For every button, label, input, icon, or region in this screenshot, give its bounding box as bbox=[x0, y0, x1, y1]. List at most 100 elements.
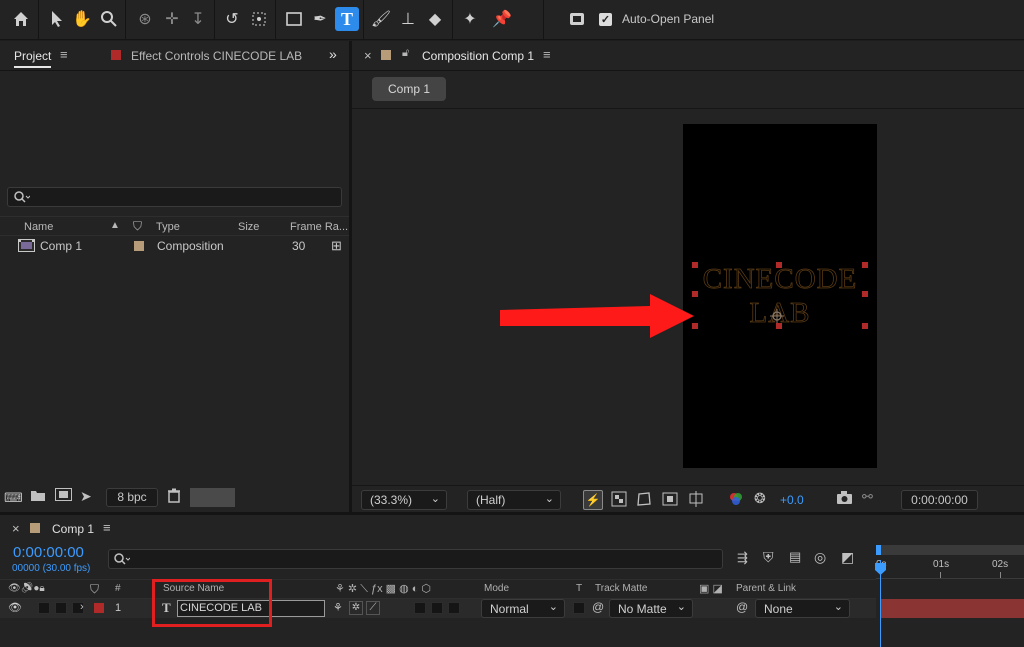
transform-handle[interactable] bbox=[692, 262, 698, 268]
panel-toggle-icon[interactable] bbox=[565, 7, 589, 31]
close-tab-icon[interactable]: × bbox=[12, 521, 20, 536]
shy-switch-icon[interactable]: ⚘ bbox=[333, 601, 343, 614]
region-of-interest-icon[interactable] bbox=[662, 491, 678, 510]
tab-composition[interactable]: Composition Comp 1 bbox=[422, 49, 534, 63]
rectangle-tool-icon[interactable] bbox=[282, 7, 306, 31]
pan-behind-icon[interactable] bbox=[247, 7, 271, 31]
work-area-start-handle[interactable] bbox=[876, 545, 881, 555]
pan-camera-icon[interactable]: ✛ bbox=[160, 7, 184, 31]
search-icon bbox=[114, 552, 131, 569]
roto-brush-icon[interactable]: ✦ bbox=[458, 7, 482, 31]
preserve-transparency-toggle[interactable] bbox=[573, 602, 585, 614]
time-ruler[interactable]: 0s 01s 02s bbox=[876, 555, 1024, 579]
sort-ascending-icon[interactable]: ▲ bbox=[110, 220, 120, 231]
resolution-dropdown[interactable]: (Half) ⌄ bbox=[467, 490, 561, 510]
reset-exposure-icon[interactable]: ❂ bbox=[754, 490, 766, 507]
comp-viewer[interactable]: CINECODE LAB bbox=[352, 110, 1024, 485]
expand-chevron-icon[interactable]: › bbox=[80, 601, 84, 613]
transform-handle[interactable] bbox=[862, 291, 868, 297]
orbit-camera-icon[interactable]: ⊛ bbox=[133, 7, 157, 31]
transform-handle[interactable] bbox=[776, 323, 782, 329]
color-channels-icon[interactable] bbox=[728, 491, 744, 510]
exposure-value[interactable]: +0.0 bbox=[780, 493, 804, 507]
visibility-eye-icon[interactable]: 👁︎ bbox=[8, 601, 22, 614]
draft-3d-icon[interactable]: ⛨ bbox=[763, 549, 774, 566]
transform-handle[interactable] bbox=[776, 262, 782, 268]
tab-timeline-comp[interactable]: Comp 1 bbox=[52, 522, 94, 536]
parent-dropdown[interactable]: None ⌄ bbox=[755, 599, 850, 618]
column-frame-rate[interactable]: Frame Ra... bbox=[290, 221, 348, 233]
label-tag-icon[interactable]: ⛉ bbox=[133, 219, 142, 234]
project-item-row[interactable]: Comp 1 Composition 30 ⊞ bbox=[0, 236, 349, 256]
tab-menu-icon[interactable]: ≡ bbox=[103, 520, 111, 535]
frame-blend-switch[interactable] bbox=[431, 602, 443, 614]
label-tag-icon[interactable]: ⛉ bbox=[90, 582, 99, 597]
column-type[interactable]: Type bbox=[156, 221, 180, 233]
frame-blending-icon[interactable]: ◎ bbox=[814, 549, 826, 566]
zoom-tool-icon[interactable] bbox=[97, 7, 121, 31]
clone-stamp-icon[interactable]: ⊥ bbox=[396, 7, 420, 31]
3d-layer-switch[interactable] bbox=[448, 602, 460, 614]
selection-tool-icon[interactable] bbox=[45, 7, 69, 31]
shy-layers-icon[interactable]: ▤ bbox=[789, 549, 801, 565]
layer-duration-bar[interactable] bbox=[880, 599, 1024, 618]
type-tool-icon[interactable]: T bbox=[335, 7, 359, 31]
project-search-input[interactable] bbox=[7, 187, 342, 207]
tab-menu-icon[interactable]: ≡ bbox=[543, 47, 551, 62]
snapshot-camera-icon[interactable] bbox=[836, 490, 853, 508]
transform-handle[interactable] bbox=[862, 262, 868, 268]
column-size[interactable]: Size bbox=[238, 221, 259, 233]
quality-switch-icon[interactable]: ⟋ bbox=[366, 601, 380, 615]
comp-flowchart-icon[interactable]: ⇶ bbox=[737, 550, 748, 566]
audio-toggle[interactable] bbox=[38, 602, 50, 614]
transform-handle[interactable] bbox=[862, 323, 868, 329]
rotate-tool-icon[interactable]: ↺ bbox=[220, 7, 244, 31]
panel-overflow-icon[interactable]: » bbox=[329, 46, 337, 62]
trash-icon[interactable] bbox=[167, 488, 181, 506]
collapse-switch-icon[interactable]: ✲ bbox=[349, 601, 363, 615]
home-icon[interactable] bbox=[9, 7, 33, 31]
fx-switch[interactable] bbox=[414, 602, 426, 614]
grid-guides-icon[interactable] bbox=[688, 491, 704, 510]
lock-icon[interactable]: 🔓︎ bbox=[402, 47, 409, 60]
track-matte-dropdown[interactable]: No Matte ⌄ bbox=[609, 599, 693, 618]
close-tab-icon[interactable]: × bbox=[364, 48, 372, 63]
new-composition-icon[interactable] bbox=[55, 488, 72, 504]
pickwhip-icon[interactable]: @ bbox=[592, 600, 604, 614]
timeline-search-input[interactable] bbox=[108, 549, 723, 569]
parent-pickwhip-icon[interactable]: @ bbox=[736, 600, 748, 614]
tab-effect-controls[interactable]: Effect Controls CINECODE LAB bbox=[131, 49, 302, 63]
hand-tool-icon[interactable]: ✋ bbox=[70, 7, 94, 31]
work-area-bar[interactable] bbox=[876, 545, 1024, 555]
motion-blur-icon[interactable]: ◩ bbox=[841, 549, 854, 566]
comp-breadcrumb-button[interactable]: Comp 1 bbox=[372, 77, 446, 101]
tab-menu-icon[interactable]: ≡ bbox=[60, 47, 68, 62]
comp-timecode-field[interactable]: 0:00:00:00 bbox=[901, 490, 978, 510]
transparency-grid-icon[interactable] bbox=[611, 491, 627, 510]
column-name[interactable]: Name bbox=[24, 221, 53, 233]
fast-previews-icon[interactable]: ⚡ bbox=[583, 490, 603, 510]
mask-visibility-icon[interactable] bbox=[636, 491, 652, 510]
bit-depth-button[interactable]: 8 bpc bbox=[106, 488, 158, 507]
render-queue-icon[interactable]: ➤ bbox=[80, 488, 92, 505]
interpret-footage-icon[interactable]: ⌨ bbox=[4, 490, 23, 506]
auto-open-checkbox[interactable]: ✓ bbox=[599, 12, 612, 26]
show-snapshot-icon[interactable]: ⚯ bbox=[862, 489, 873, 505]
zoom-dropdown[interactable]: (33.3%) ⌄ bbox=[361, 490, 447, 510]
comp-canvas[interactable]: CINECODE LAB bbox=[683, 124, 877, 468]
switches-header-icons: ⚘ ✲ ⟍ ƒx ▩ ◍ ◐ ⬡ bbox=[335, 583, 432, 595]
brush-tool-icon[interactable]: 🖌 bbox=[369, 7, 393, 31]
dolly-camera-icon[interactable]: ↧ bbox=[186, 7, 210, 31]
pen-tool-icon[interactable]: ✒ bbox=[308, 7, 332, 31]
flowchart-icon[interactable]: ⊞ bbox=[331, 238, 342, 254]
timeline-current-time[interactable]: 0:00:00:00 bbox=[13, 544, 84, 561]
layer-label-swatch[interactable] bbox=[94, 603, 104, 613]
tab-project[interactable]: Project bbox=[14, 49, 52, 68]
blend-mode-dropdown[interactable]: Normal ⌄ bbox=[481, 599, 565, 618]
playhead-marker-icon[interactable] bbox=[874, 562, 887, 576]
text-layer-line1[interactable]: CINECODE bbox=[683, 264, 877, 295]
eraser-tool-icon[interactable]: ◆ bbox=[423, 7, 447, 31]
puppet-pin-icon[interactable]: 📌 bbox=[490, 7, 514, 31]
new-folder-icon[interactable] bbox=[30, 488, 46, 505]
solo-toggle[interactable] bbox=[55, 602, 67, 614]
